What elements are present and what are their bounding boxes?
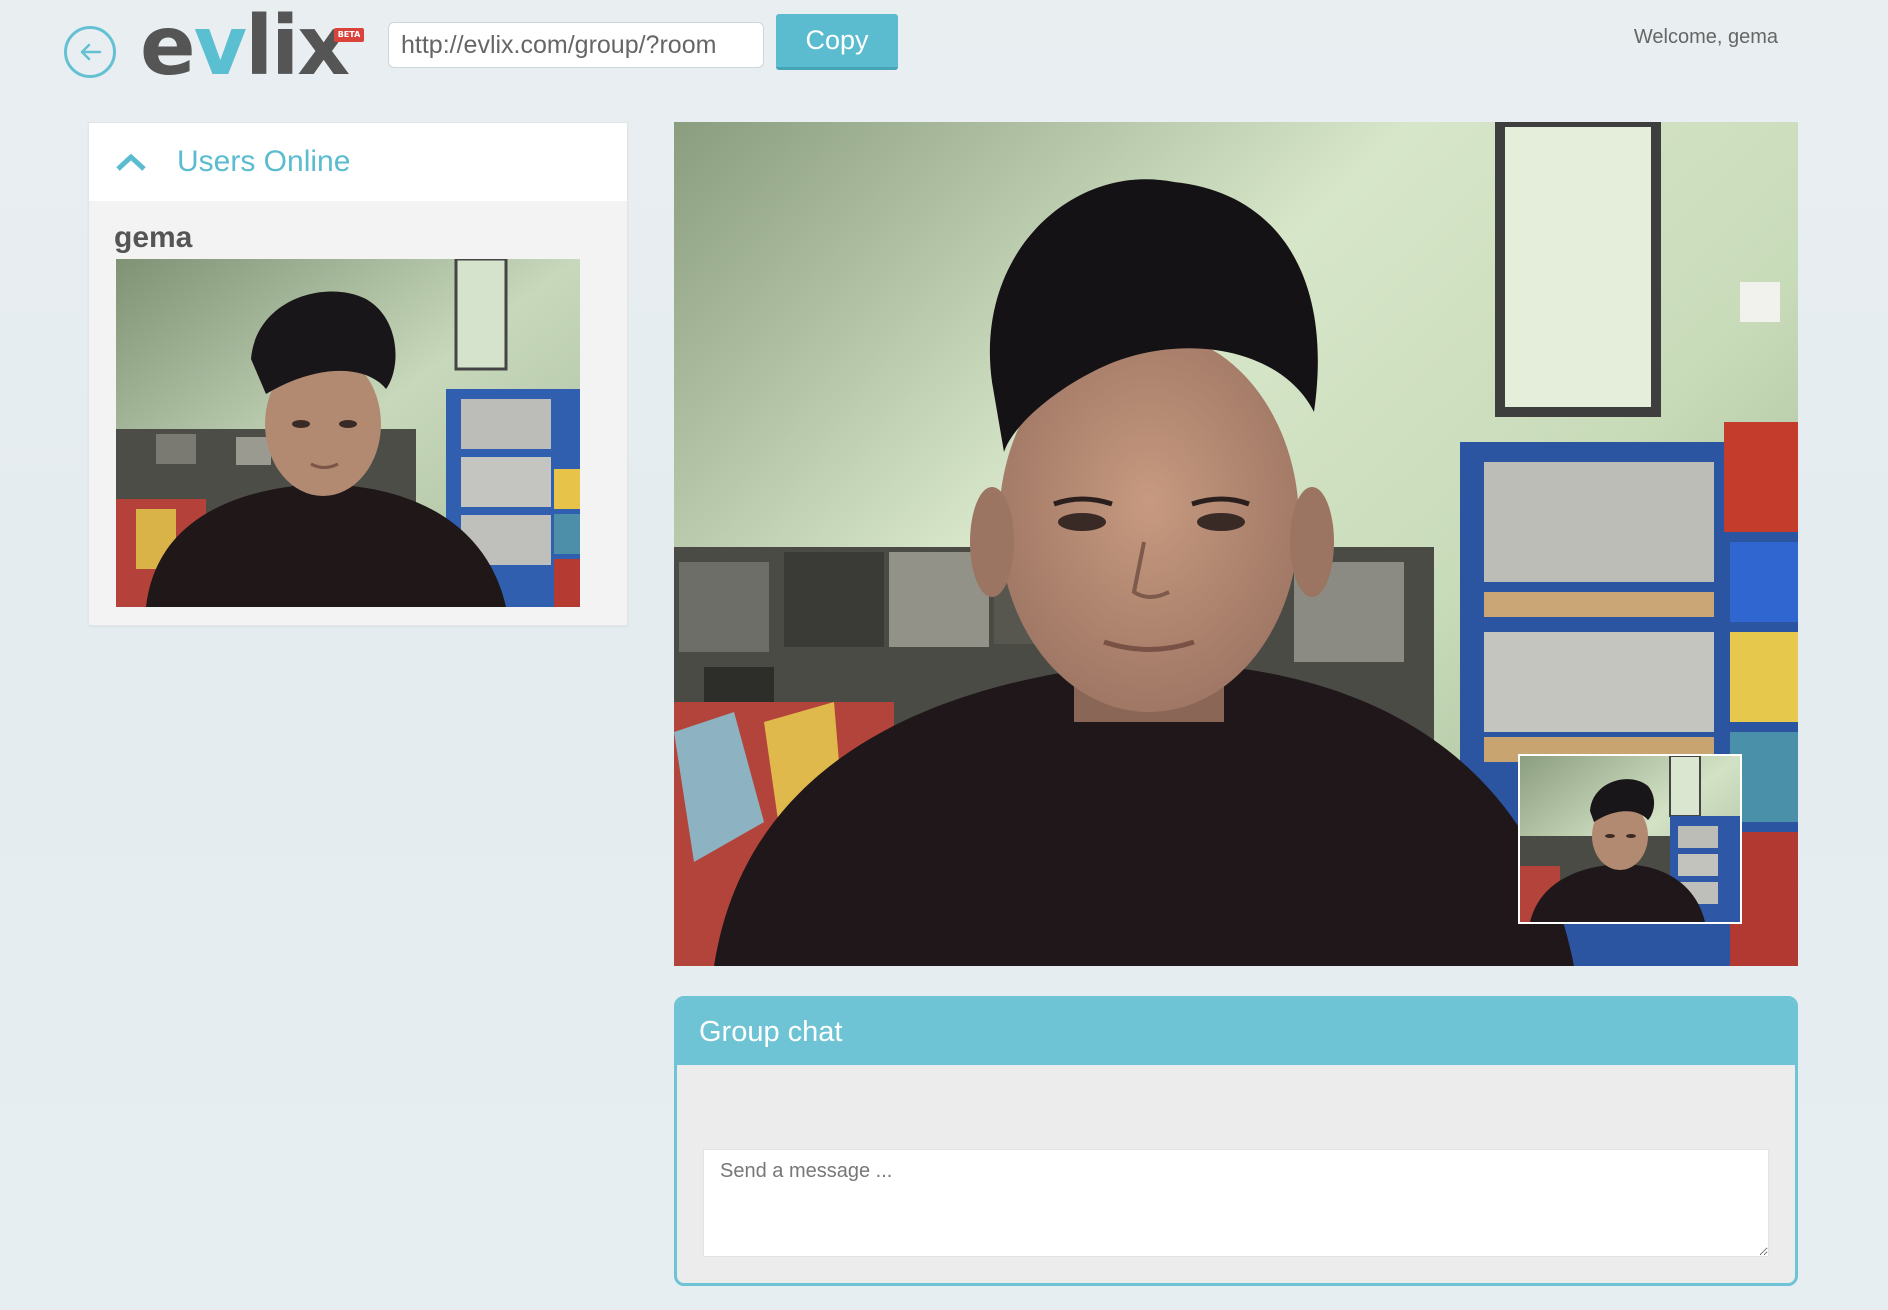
logo-text-prefix: e — [140, 0, 196, 94]
welcome-text: Welcome, gema — [1633, 26, 1778, 48]
room-url-field[interactable] — [388, 22, 764, 68]
user-name: gema — [114, 221, 193, 254]
copy-button[interactable]: Copy — [776, 14, 898, 70]
beta-badge: BETA — [334, 28, 364, 42]
users-online-title: Users Online — [177, 145, 351, 178]
user-video-thumbnail[interactable] — [116, 259, 580, 607]
logo-text-suffix: lix — [245, 0, 350, 94]
chat-message-list — [677, 1065, 1795, 1147]
chat-message-input[interactable] — [703, 1149, 1769, 1257]
group-chat-panel: Group chat — [674, 996, 1798, 1286]
group-chat-title: Group chat — [677, 999, 1795, 1065]
app-logo: evlix — [140, 0, 350, 94]
chevron-up-icon — [115, 152, 147, 172]
users-online-panel: Users Online gema — [88, 122, 628, 626]
self-video-preview[interactable] — [1518, 754, 1742, 924]
back-button[interactable] — [64, 26, 116, 78]
logo-text-accent: v — [193, 0, 247, 94]
users-online-header[interactable]: Users Online — [89, 123, 627, 201]
back-arrow-icon — [76, 38, 104, 66]
